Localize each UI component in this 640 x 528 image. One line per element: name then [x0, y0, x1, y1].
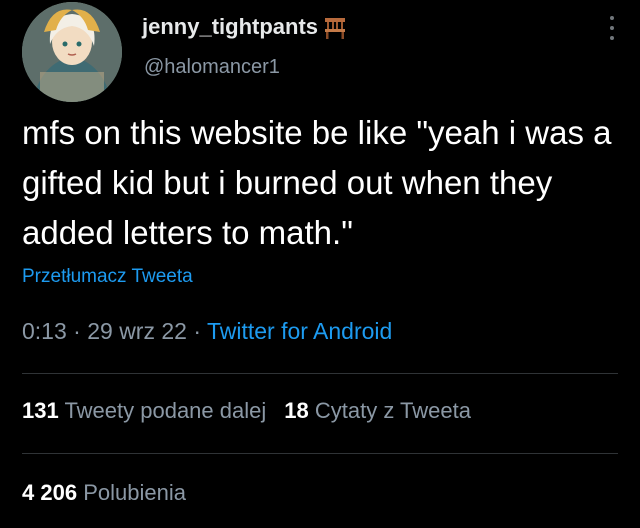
more-options-icon[interactable] — [604, 14, 620, 42]
chair-icon — [322, 14, 348, 40]
retweets-label: Tweety podane dalej — [64, 398, 267, 423]
avatar-image — [22, 2, 122, 102]
meta-separator: · — [66, 318, 88, 344]
tweet-text: mfs on this website be like "yeah i was … — [22, 114, 612, 251]
user-handle[interactable]: @halomancer1 — [144, 56, 280, 79]
retweets-stat[interactable]: 131 Tweety podane dalej — [22, 398, 266, 424]
quotes-stat[interactable]: 18 Cytaty z Tweeta — [284, 398, 471, 424]
tweet-time[interactable]: 0:13 — [22, 318, 67, 344]
divider — [22, 373, 618, 374]
tweet-date[interactable]: 29 wrz 22 — [87, 318, 187, 344]
meta-separator: · — [186, 318, 207, 344]
display-name[interactable]: jenny_tightpants — [142, 14, 348, 40]
divider — [22, 453, 618, 454]
likes-stat[interactable]: 4 206 Polubienia — [22, 480, 186, 506]
avatar[interactable] — [22, 2, 122, 102]
translate-tweet-link[interactable]: Przetłumacz Tweeta — [22, 266, 193, 288]
quotes-count: 18 — [284, 398, 309, 423]
engagement-stats: 131 Tweety podane dalej 18 Cytaty z Twee… — [22, 398, 471, 424]
tweet-metadata: 0:13 · 29 wrz 22 · Twitter for Android — [22, 318, 392, 345]
quotes-label: Cytaty z Tweeta — [314, 398, 471, 423]
tweet-source-link[interactable]: Twitter for Android — [207, 318, 392, 344]
likes-label: Polubienia — [83, 480, 186, 505]
display-name-text: jenny_tightpants — [142, 14, 319, 39]
retweets-count: 131 — [22, 398, 59, 423]
likes-count: 4 206 — [22, 480, 78, 505]
